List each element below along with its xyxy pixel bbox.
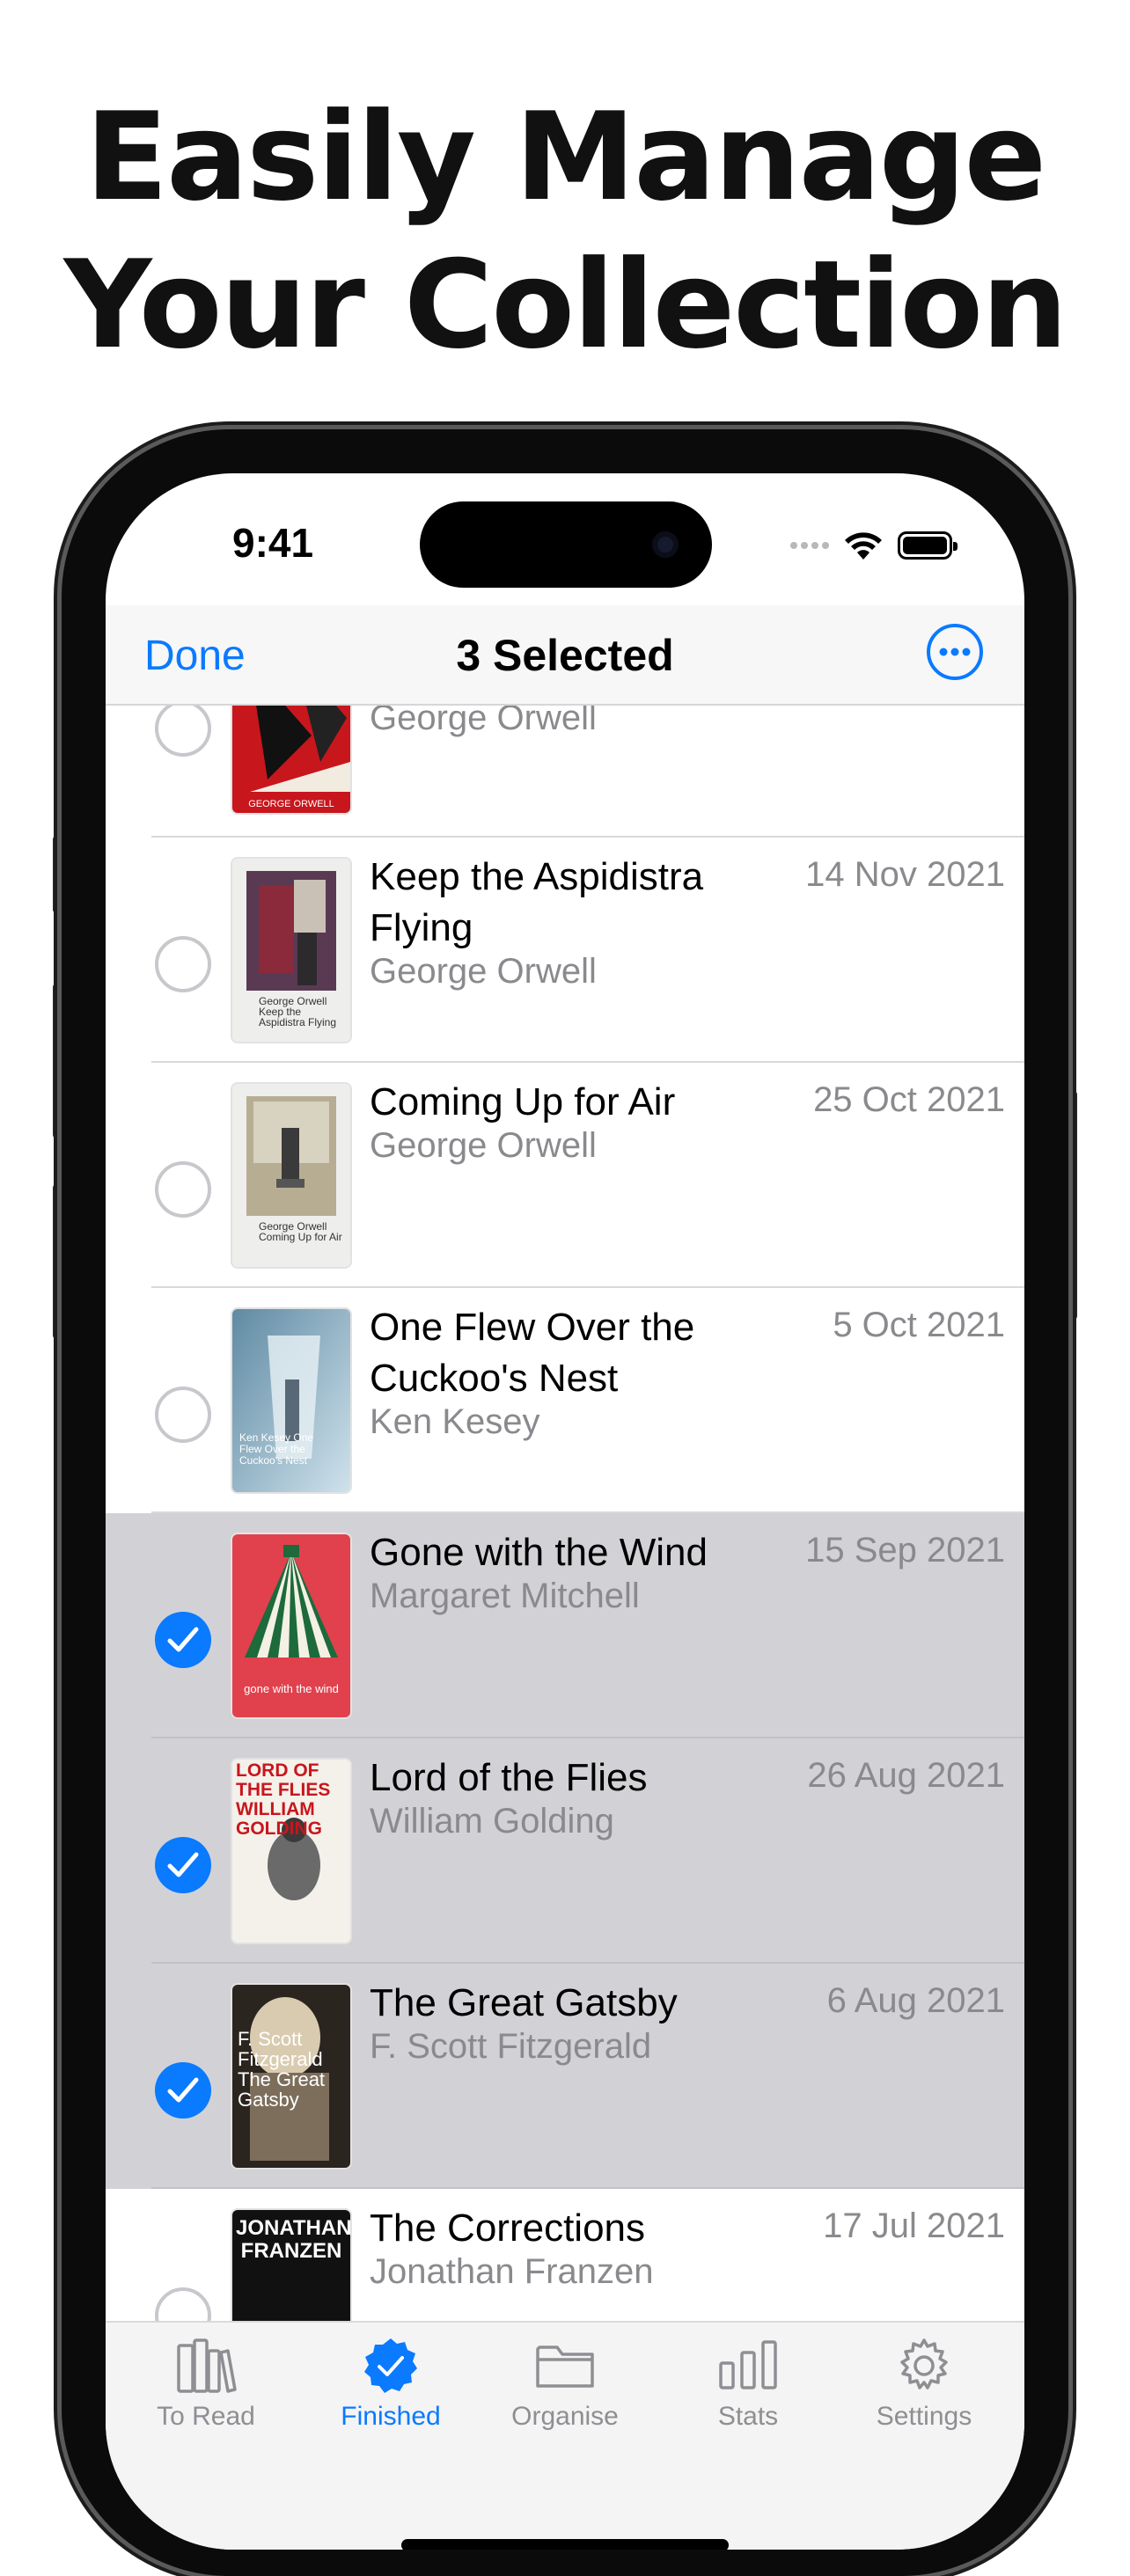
tab-settings[interactable]: Settings <box>836 2337 1012 2432</box>
tab-label: To Read <box>157 2402 255 2431</box>
books-icon <box>177 2338 237 2393</box>
tab-label: Stats <box>717 2402 779 2431</box>
book-author: George Orwell <box>370 704 597 737</box>
book-date: 5 Oct 2021 <box>833 1306 1005 1344</box>
book-date: 15 Sep 2021 <box>805 1531 1005 1570</box>
phone-frame: 9:41 Done 3 Selected GEORGE ORWELL Georg… <box>62 429 1068 2576</box>
book-title: The Great Gatsby <box>370 1981 678 2024</box>
book-title: Lord of the Flies <box>370 1756 648 1799</box>
book-cover: F. Scott Fitzgerald The Great Gatsby <box>232 1985 350 2168</box>
book-author: Jonathan Franzen <box>370 2252 654 2291</box>
phone-screen: 9:41 Done 3 Selected GEORGE ORWELL Georg… <box>106 473 1024 2550</box>
book-cover: George Orwell Coming Up for Air <box>232 1084 350 1267</box>
tab-label: Organise <box>511 2402 619 2431</box>
book-date: 17 Jul 2021 <box>823 2206 1005 2245</box>
book-title: Keep the Aspidistra Flying <box>370 855 704 949</box>
battery-icon <box>898 531 958 560</box>
tab-stats[interactable]: Stats <box>660 2337 836 2432</box>
book-title: Gone with the Wind <box>370 1531 708 1574</box>
book-row[interactable]: George Orwell Coming Up for Air Coming U… <box>106 1063 1024 1288</box>
selection-circle[interactable] <box>155 1387 211 1443</box>
tab-label: Settings <box>876 2402 972 2431</box>
cover-text: gone with the wind <box>244 1682 339 1695</box>
marketing-headline: Easily Manage Your Collection <box>0 84 1130 379</box>
tab-label: Finished <box>341 2402 441 2431</box>
status-time: 9:41 <box>232 520 314 566</box>
book-date: 25 Oct 2021 <box>813 1080 1005 1119</box>
action-button <box>53 836 60 913</box>
book-date: 6 Aug 2021 <box>826 1981 1005 2020</box>
book-cover: LORD OF THE FLIES WILLIAM GOLDING <box>232 1760 350 1943</box>
checkmark-icon[interactable] <box>155 1612 211 1668</box>
cover-text: GEORGE ORWELL <box>248 799 334 809</box>
book-author: William Golding <box>370 1802 614 1841</box>
book-cover: GEORGE ORWELL <box>232 704 350 813</box>
book-list: GEORGE ORWELL George Orwell George Orwel… <box>106 704 1024 2414</box>
tab-finished[interactable]: Finished <box>303 2337 479 2432</box>
volume-down-button <box>53 1184 60 1339</box>
book-date: 14 Nov 2021 <box>805 855 1005 894</box>
tab-to-read[interactable]: To Read <box>118 2337 294 2432</box>
book-author: George Orwell <box>370 952 597 991</box>
book-author: F. Scott Fitzgerald <box>370 2027 652 2066</box>
book-title: One Flew Over the Cuckoo's Nest <box>370 1306 695 1400</box>
book-row[interactable]: Ken Kesey One Flew Over the Cuckoo's Nes… <box>106 1288 1024 1513</box>
selection-circle[interactable] <box>155 704 211 757</box>
checkmark-icon[interactable] <box>155 1837 211 1893</box>
tab-organise[interactable]: Organise <box>477 2337 653 2432</box>
selection-circle[interactable] <box>155 936 211 992</box>
bar-chart-icon <box>719 2340 777 2389</box>
wifi-icon <box>845 532 882 560</box>
folder-icon <box>536 2345 594 2388</box>
camera-icon <box>652 531 679 558</box>
book-cover: Ken Kesey One Flew Over the Cuckoo's Nes… <box>232 1309 350 1492</box>
status-icons <box>787 528 958 563</box>
headline-line-1: Easily Manage <box>84 86 1046 228</box>
tab-bar: To Read Finished Organise Stats Settings <box>106 2321 1024 2550</box>
book-cover: George Orwell Keep the Aspidistra Flying <box>232 859 350 1042</box>
cover-text: JONATHAN FRANZEN <box>236 2216 350 2263</box>
dynamic-island <box>420 501 712 588</box>
cover-text: LORD OF THE FLIES WILLIAM GOLDING <box>236 1760 331 1839</box>
checkmark-icon[interactable] <box>155 2062 211 2119</box>
signal-dots-icon <box>787 538 829 553</box>
cover-text: F. Scott Fitzgerald The Great Gatsby <box>238 2028 326 2111</box>
gear-icon <box>900 2338 948 2389</box>
cover-text: George Orwell Coming Up for Air <box>259 1220 342 1243</box>
book-row[interactable]: gone with the wind Gone with the Wind Ma… <box>106 1513 1024 1738</box>
book-row[interactable]: F. Scott Fitzgerald The Great Gatsby The… <box>106 1964 1024 2189</box>
book-title: Coming Up for Air <box>370 1080 676 1123</box>
nav-title: 3 Selected <box>456 631 674 680</box>
book-title: The Corrections <box>370 2206 646 2250</box>
headline-line-2: Your Collection <box>63 234 1068 376</box>
checkmark-seal-icon <box>364 2338 417 2393</box>
power-button <box>1070 1091 1077 1320</box>
cover-text: Ken Kesey One Flew Over the Cuckoo's Nes… <box>239 1431 314 1467</box>
selection-circle[interactable] <box>155 1161 211 1218</box>
book-date: 26 Aug 2021 <box>807 1756 1005 1795</box>
ellipsis-circle-icon[interactable] <box>926 623 984 681</box>
book-cover: gone with the wind <box>232 1534 350 1717</box>
book-author: George Orwell <box>370 1126 597 1165</box>
home-indicator <box>401 2539 729 2550</box>
book-row[interactable]: LORD OF THE FLIES WILLIAM GOLDING Lord o… <box>106 1738 1024 1964</box>
navigation-bar: Done 3 Selected <box>106 605 1024 706</box>
volume-up-button <box>53 984 60 1138</box>
book-row[interactable]: George Orwell Keep the Aspidistra Flying… <box>106 838 1024 1063</box>
book-author: Ken Kesey <box>370 1402 540 1441</box>
cover-text: George Orwell Keep the Aspidistra Flying <box>259 995 337 1028</box>
book-author: Margaret Mitchell <box>370 1577 640 1615</box>
book-row[interactable]: GEORGE ORWELL George Orwell <box>106 704 1024 838</box>
